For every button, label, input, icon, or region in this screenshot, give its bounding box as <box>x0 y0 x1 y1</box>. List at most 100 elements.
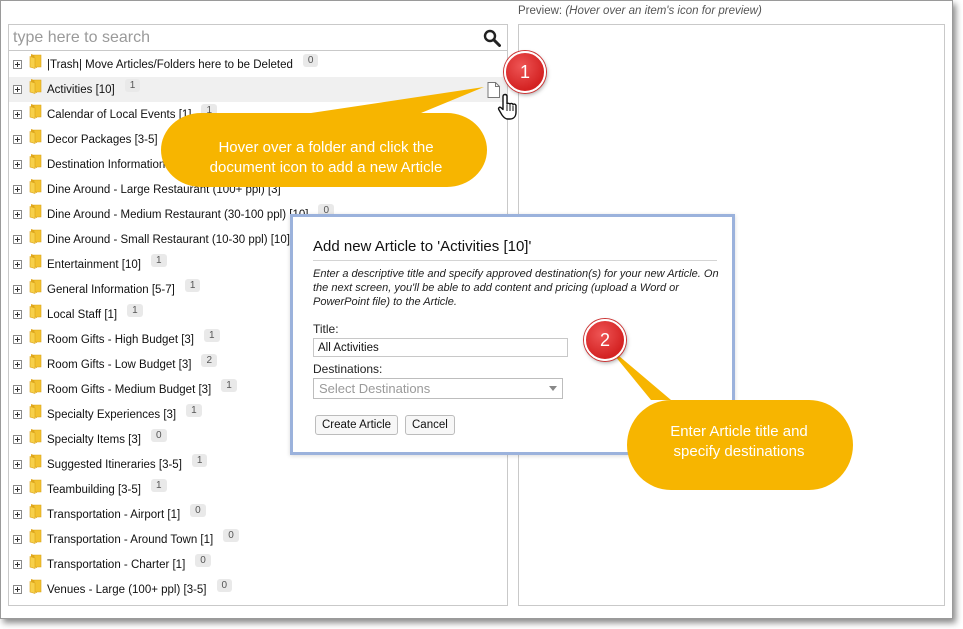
tree-item-label[interactable]: Room Gifts - Medium Budget [3] <box>47 384 211 396</box>
tree-item-label[interactable]: Venues - Large (100+ ppl) [3-5] <box>47 584 207 596</box>
tree-item[interactable]: Transportation - Around Town [1] 0 <box>9 527 507 552</box>
create-article-button[interactable]: Create Article <box>315 415 399 435</box>
search-icon[interactable] <box>483 29 501 47</box>
expand-toggle-icon[interactable] <box>13 385 22 394</box>
expand-toggle-icon[interactable] <box>13 85 22 94</box>
tree-item[interactable]: Transportation - Airport [1] 0 <box>9 502 507 527</box>
tree-item-label[interactable]: Room Gifts - Low Budget [3] <box>47 359 191 371</box>
folder-icon[interactable] <box>29 453 43 469</box>
folder-icon[interactable] <box>29 578 43 594</box>
dialog-description: Enter a descriptive title and specify ap… <box>313 268 719 308</box>
folder-icon[interactable] <box>29 353 43 369</box>
item-count-badge: 1 <box>221 379 237 392</box>
tree-item-label[interactable]: Specialty Experiences [3] <box>47 409 176 421</box>
step-badge-1: 1 <box>504 51 546 93</box>
folder-icon[interactable] <box>29 228 43 244</box>
expand-toggle-icon[interactable] <box>13 110 22 119</box>
expand-toggle-icon[interactable] <box>13 135 22 144</box>
tree-item-label[interactable]: Dine Around - Medium Restaurant (30-100 … <box>47 209 308 221</box>
folder-icon[interactable] <box>29 528 43 544</box>
cancel-button[interactable]: Cancel <box>405 415 455 435</box>
tree-item-label[interactable]: Suggested Itineraries [3-5] <box>47 459 182 471</box>
tree-item-label[interactable]: Local Staff [1] <box>47 309 117 321</box>
search-input[interactable] <box>13 27 473 49</box>
item-count-badge: 1 <box>124 79 141 92</box>
folder-icon[interactable] <box>29 503 43 519</box>
folder-icon[interactable] <box>29 78 43 94</box>
folder-icon[interactable] <box>29 128 43 144</box>
item-count-badge: 2 <box>201 354 218 367</box>
expand-toggle-icon[interactable] <box>13 60 22 69</box>
tree-item-label[interactable]: Activities [10] <box>47 84 115 96</box>
tree-item-label[interactable]: Teambuilding [3-5] <box>47 484 141 496</box>
callout-2-bubble <box>606 345 853 490</box>
tree-item[interactable]: Suggested Itineraries [3-5] 1 <box>9 452 507 477</box>
item-count-badge: 0 <box>216 579 233 592</box>
item-count-badge: 1 <box>184 279 201 292</box>
folder-icon[interactable] <box>29 428 43 444</box>
expand-toggle-icon[interactable] <box>13 285 22 294</box>
expand-toggle-icon[interactable] <box>13 210 22 219</box>
preview-hint: (Hover over an item's icon for preview) <box>565 5 762 17</box>
folder-icon[interactable] <box>29 328 43 344</box>
tree-item-label[interactable]: Transportation - Airport [1] <box>47 509 180 521</box>
expand-toggle-icon[interactable] <box>13 360 22 369</box>
item-count-badge: 1 <box>191 454 208 467</box>
tree-item-label[interactable]: Decor Packages [3-5] <box>47 134 158 146</box>
tree-item-label[interactable]: Dine Around - Small Restaurant (10-30 pp… <box>47 234 290 246</box>
item-count-badge: 0 <box>195 554 211 567</box>
item-count-badge: 1 <box>127 304 143 317</box>
item-count-badge: 1 <box>150 479 167 492</box>
expand-toggle-icon[interactable] <box>13 260 22 269</box>
tree-item-label[interactable]: Specialty Items [3] <box>47 434 141 446</box>
folder-icon[interactable] <box>29 278 43 294</box>
item-count-badge: 0 <box>302 54 319 67</box>
expand-toggle-icon[interactable] <box>13 435 22 444</box>
search-box <box>9 25 507 51</box>
item-count-badge: 1 <box>204 329 220 342</box>
folder-icon[interactable] <box>29 53 43 69</box>
tree-item-label[interactable]: |Trash| Move Articles/Folders here to be… <box>47 59 293 71</box>
tree-item-label[interactable]: Transportation - Around Town [1] <box>47 534 213 546</box>
title-input[interactable] <box>313 338 568 357</box>
expand-toggle-icon[interactable] <box>13 335 22 344</box>
folder-icon[interactable] <box>29 303 43 319</box>
expand-toggle-icon[interactable] <box>13 410 22 419</box>
expand-toggle-icon[interactable] <box>13 560 22 569</box>
folder-icon[interactable] <box>29 378 43 394</box>
tree-item-label[interactable]: Entertainment [10] <box>47 259 141 271</box>
destinations-select[interactable]: Select Destinations <box>313 378 563 399</box>
expand-toggle-icon[interactable] <box>13 510 22 519</box>
expand-toggle-icon[interactable] <box>13 160 22 169</box>
tree-item-label[interactable]: Transportation - Charter [1] <box>47 559 185 571</box>
expand-toggle-icon[interactable] <box>13 535 22 544</box>
expand-toggle-icon[interactable] <box>13 235 22 244</box>
destinations-label: Destinations: <box>313 362 383 376</box>
destinations-placeholder: Select Destinations <box>319 381 431 396</box>
tree-item[interactable]: Teambuilding [3-5] 1 <box>9 477 507 502</box>
expand-toggle-icon[interactable] <box>13 460 22 469</box>
expand-toggle-icon[interactable] <box>13 585 22 594</box>
folder-icon[interactable] <box>29 203 43 219</box>
dialog-title: Add new Article to 'Activities [10]' <box>313 238 532 255</box>
folder-icon[interactable] <box>29 553 43 569</box>
folder-icon[interactable] <box>29 153 43 169</box>
folder-icon[interactable] <box>29 403 43 419</box>
callout-1-text: Hover over a folder and click the docume… <box>209 139 443 176</box>
item-count-badge: 1 <box>150 254 167 267</box>
app-window: |Trash| Move Articles/Folders here to be… <box>0 0 953 619</box>
folder-icon[interactable] <box>29 478 43 494</box>
expand-toggle-icon[interactable] <box>13 185 22 194</box>
expand-toggle-icon[interactable] <box>13 485 22 494</box>
folder-icon[interactable] <box>29 103 43 119</box>
tree-item[interactable]: Venues - Large (100+ ppl) [3-5] 0 <box>9 577 507 602</box>
tree-item-label[interactable]: Destination Information [1 <box>47 159 178 171</box>
folder-icon[interactable] <box>29 253 43 269</box>
expand-toggle-icon[interactable] <box>13 310 22 319</box>
tree-item-label[interactable]: General Information [5-7] <box>47 284 175 296</box>
tree-item[interactable]: |Trash| Move Articles/Folders here to be… <box>9 52 507 77</box>
folder-icon[interactable] <box>29 178 43 194</box>
tree-item[interactable]: Transportation - Charter [1] 0 <box>9 552 507 577</box>
item-count-badge: 1 <box>186 404 202 417</box>
tree-item-label[interactable]: Room Gifts - High Budget [3] <box>47 334 194 346</box>
